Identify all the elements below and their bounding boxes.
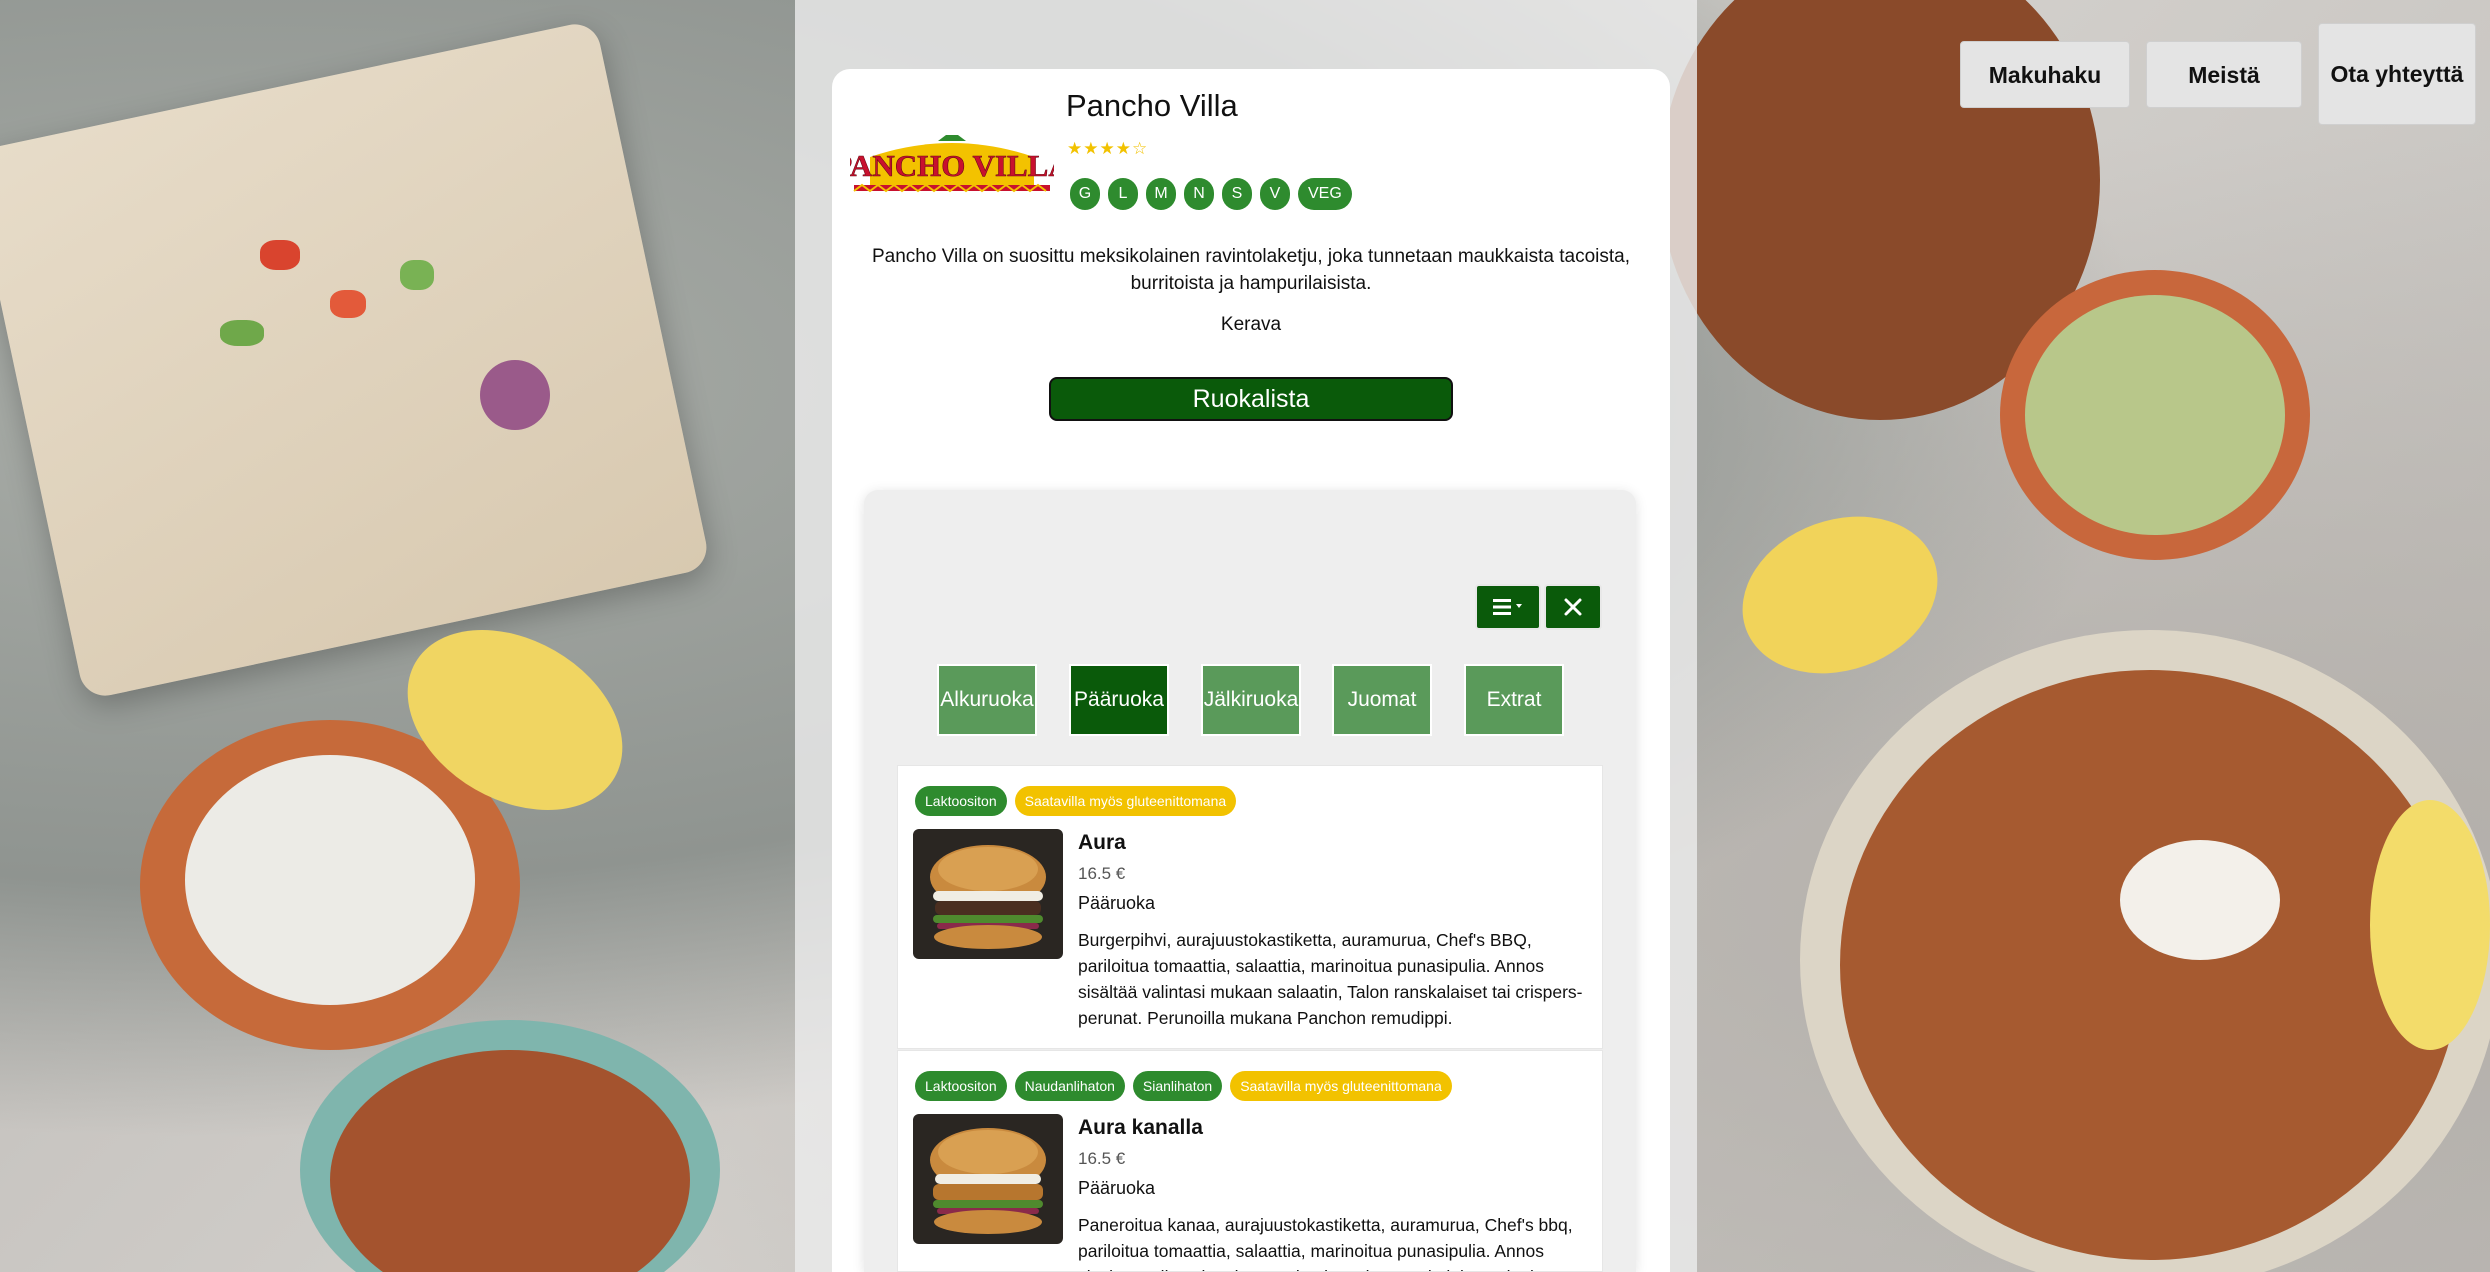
cutting-board-image: [0, 19, 712, 701]
item-category: Pääruoka: [1078, 1178, 1156, 1198]
restaurant-description: Pancho Villa on suosittu meksikolainen r…: [872, 246, 1630, 294]
tab-paaruoka[interactable]: Pääruoka: [1069, 664, 1169, 736]
tab-jalkiruoka[interactable]: Jälkiruoka: [1201, 664, 1301, 736]
lemon-image: [1720, 490, 1960, 700]
close-icon: [1564, 598, 1582, 616]
menu-button[interactable]: Ruokalista: [1049, 377, 1453, 421]
tag-laktoositon: Laktoositon: [915, 1071, 1007, 1101]
svg-text:PANCHO VILLA: PANCHO VILLA: [850, 148, 1054, 183]
item-name: Aura kanalla: [1078, 1116, 1203, 1139]
menu-item[interactable]: Laktoositon Naudanlihaton Sianlihaton Sa…: [897, 1050, 1603, 1272]
item-price: 16.5 €: [1078, 864, 1126, 883]
guacamole-image: [2025, 295, 2285, 535]
diet-badges: G L M N S V VEG: [1070, 178, 1352, 210]
diet-badge-s: S: [1222, 178, 1252, 210]
tag-sianlihaton: Sianlihaton: [1132, 1071, 1223, 1101]
tab-alkuruoka[interactable]: Alkuruoka: [937, 664, 1037, 736]
rating-stars: ★★★★☆: [1067, 139, 1149, 158]
menu-item[interactable]: Laktoositon Saatavilla myös gluteenittom…: [897, 765, 1603, 1049]
nav-meista-button[interactable]: Meistä: [2146, 41, 2302, 108]
fries-image: [1840, 670, 2460, 1260]
restaurant-name: Pancho Villa: [1066, 88, 1238, 123]
nav-makuhaku-button[interactable]: Makuhaku: [1960, 41, 2130, 108]
chicken-burger-image: [913, 1114, 1063, 1244]
diet-badge-g: G: [1070, 178, 1100, 210]
diet-badge-n: N: [1184, 178, 1214, 210]
tag-gluteeniton: Saatavilla myös gluteenittomana: [1014, 786, 1237, 816]
tab-extrat[interactable]: Extrat: [1464, 664, 1564, 736]
item-tags: Laktoositon Saatavilla myös gluteenittom…: [915, 786, 1237, 816]
item-description: Paneroitua kanaa, aurajuustokastiketta, …: [1078, 1215, 1583, 1271]
restaurant-logo: PANCHO VILLA: [850, 133, 1054, 195]
nav-contact-button[interactable]: Ota yhteyttä: [2318, 23, 2476, 125]
item-category: Pääruoka: [1078, 893, 1156, 913]
dip-image: [185, 755, 475, 1005]
tag-gluteeniton: Saatavilla myös gluteenittomana: [1230, 1071, 1452, 1101]
item-description: Burgerpihvi, aurajuustokastiketta, auram…: [1078, 930, 1583, 1028]
close-menu-button[interactable]: [1544, 584, 1602, 630]
restaurant-city: Kerava: [1220, 314, 1282, 335]
list-view-button[interactable]: [1475, 584, 1541, 630]
list-icon: [1493, 599, 1522, 615]
diet-badge-veg: VEG: [1298, 178, 1352, 210]
diet-badge-l: L: [1108, 178, 1138, 210]
diet-badge-m: M: [1146, 178, 1176, 210]
item-name: Aura: [1078, 831, 1126, 854]
tag-naudanlihaton: Naudanlihaton: [1014, 1071, 1125, 1101]
tab-juomat[interactable]: Juomat: [1332, 664, 1432, 736]
burger-image: [913, 829, 1063, 959]
lemon-image: [2370, 800, 2490, 1050]
sour-cream-image: [2120, 840, 2280, 960]
tag-laktoositon: Laktoositon: [915, 786, 1007, 816]
diet-badge-v: V: [1260, 178, 1290, 210]
item-price: 16.5 €: [1078, 1149, 1126, 1168]
item-tags: Laktoositon Naudanlihaton Sianlihaton Sa…: [915, 1071, 1452, 1101]
